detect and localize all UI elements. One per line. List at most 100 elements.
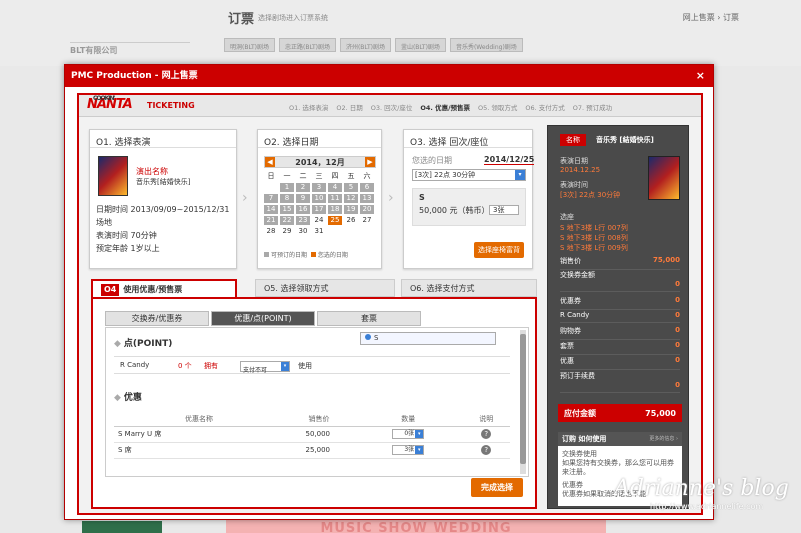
calendar-day[interactable]: 15 <box>280 205 294 214</box>
calendar-legend: 可预订的日期 您选的日期 <box>264 250 348 259</box>
weekday-label: 一 <box>283 172 291 180</box>
calendar-day[interactable]: 5 <box>344 183 358 192</box>
calendar-day[interactable]: 12 <box>344 194 358 203</box>
calendar-grid: 日一二三四五六 1 2 3 4 5 6 7 8 9 10 11 12 13 14 15 16 17 18 19 20 21… <box>264 172 376 236</box>
summary-row: 销售价 75,000 <box>560 256 680 270</box>
show-venue: 场地 <box>96 218 112 227</box>
calendar-day[interactable]: 1 <box>280 183 294 192</box>
prev-month-icon[interactable]: ◀ <box>265 157 275 167</box>
next-month-icon[interactable]: ▶ <box>365 157 375 167</box>
calendar-day[interactable]: 2 <box>296 183 310 192</box>
legend-swatch <box>264 252 269 257</box>
summary-time-label: 表演时间 <box>560 181 588 189</box>
calendar-day[interactable]: 14 <box>264 205 278 214</box>
calendar-day[interactable]: 31 <box>312 227 326 236</box>
theater-tab[interactable]: 音乐秀(Wedding)剧场 <box>449 38 523 52</box>
step-item: O6. 支付方式 <box>525 104 565 112</box>
table-row: S Marry U 席 50,000 0张 ▾ ? <box>114 426 510 443</box>
step-item: O2. 日期 <box>336 104 363 112</box>
calendar-day[interactable]: 4 <box>328 183 342 192</box>
tab-pickup[interactable]: O5. 选择领取方式 <box>255 279 395 297</box>
calendar-day[interactable]: 30 <box>296 227 310 236</box>
summary-row: 套票 0 <box>560 341 680 355</box>
seat-class: S <box>419 193 425 202</box>
calendar-day[interactable]: 11 <box>328 194 342 203</box>
howto-more-link[interactable]: 更多的信息 › <box>649 432 682 446</box>
finish-button[interactable]: 完成选择 <box>471 478 523 497</box>
calendar-day[interactable]: 17 <box>312 205 326 214</box>
select-show-card: O1. 选择表演 演出名称 音乐秀[結婚快乐] 日期时间 2013/09/09~… <box>89 129 237 269</box>
calendar-day[interactable]: 19 <box>344 205 358 214</box>
session-select[interactable]: [3次] 22点 30分钟 ▾ <box>412 169 526 181</box>
breadcrumb: 网上售票 › 订票 <box>682 13 739 22</box>
show-name: 音乐秀[結婚快乐] <box>136 178 191 186</box>
select-session-card: O3. 选择 回次/座位 您选的日期 2014/12/25 [3次] 22点 3… <box>403 129 535 269</box>
card-title: O3. 选择 回次/座位 <box>404 130 532 148</box>
qty-select[interactable]: 3张 ▾ <box>392 445 425 455</box>
step-item: O3. 回次/座位 <box>370 104 413 112</box>
calendar-day[interactable]: 7 <box>264 194 278 203</box>
calendar-header: ◀ 2014，12月 ▶ <box>264 156 376 168</box>
theater-tab[interactable]: 济州(BLT)剧场 <box>339 38 391 52</box>
scrollbar[interactable] <box>520 330 526 474</box>
summary-row: 购物券 0 <box>560 326 680 340</box>
calendar-day[interactable]: 10 <box>312 194 326 203</box>
calendar-day[interactable]: 21 <box>264 216 278 225</box>
calendar-day[interactable]: 24 <box>312 216 326 225</box>
calendar-day[interactable]: 29 <box>280 227 294 236</box>
point-section-title: ◆ 点(POINT) <box>114 339 173 349</box>
calendar-day[interactable]: 22 <box>280 216 294 225</box>
calendar-day[interactable]: 6 <box>360 183 374 192</box>
calendar-day[interactable]: 27 <box>360 216 374 225</box>
close-icon[interactable]: × <box>696 65 705 87</box>
weekday-label: 五 <box>347 172 355 180</box>
calendar-day[interactable]: 26 <box>344 216 358 225</box>
show-label: 演出名称 <box>136 167 168 176</box>
total-label: 应付金额 <box>564 408 596 418</box>
tab-discount[interactable]: O4 使用优惠/预售票 <box>91 279 237 297</box>
theater-tab[interactable]: 釜山(BLT)剧场 <box>394 38 446 52</box>
help-icon[interactable]: ? <box>481 445 492 455</box>
summary-row: 优惠券 0 <box>560 296 680 310</box>
seat-qty-select[interactable]: 3张 <box>489 205 519 215</box>
theater-tab[interactable]: 明洞(BLT)剧场 <box>224 38 275 52</box>
calendar-day[interactable]: 13 <box>360 194 374 203</box>
ticketing-panel: COOKIN' NANTA TICKETING O1. 选择表演 O2. 日期 … <box>77 93 703 515</box>
total-value: 75,000 <box>645 408 676 418</box>
order-summary: 名称 音乐秀 [結婚快乐] 表演日期 2014.12.25 表演时间 [3次] … <box>547 125 689 509</box>
help-icon[interactable]: ? <box>481 429 492 439</box>
calendar-day[interactable]: 28 <box>264 227 278 236</box>
summary-time: [3次] 22点 30分钟 <box>560 191 621 199</box>
calendar-empty <box>264 183 278 192</box>
calendar-day[interactable]: 18 <box>328 205 342 214</box>
calendar-empty <box>360 227 374 236</box>
select-seat-button[interactable]: 选择座椅富背 <box>474 242 524 258</box>
subtab-point[interactable]: 优惠/点(POINT) <box>211 311 315 326</box>
card-title: O2. 选择日期 <box>258 130 381 148</box>
qty-select[interactable]: 0张 ▾ <box>392 429 425 439</box>
table-row: S 席 25,000 3张 ▾ ? <box>114 442 510 459</box>
calendar-day[interactable]: 3 <box>312 183 326 192</box>
point-input[interactable]: S <box>360 332 496 345</box>
subtab-package[interactable]: 套票 <box>317 311 421 326</box>
theater-tabs: 明洞(BLT)剧场 忠正路(BLT)剧场 济州(BLT)剧场 釜山(BLT)剧场… <box>224 38 523 52</box>
discount-scroll-area: ◆ 点(POINT) S R Candy 0 个 拥有 支付不可 ▾ 使用 ◆ 优惠 … <box>105 327 529 477</box>
weekday-label: 日 <box>267 172 275 180</box>
calendar-day[interactable]: 8 <box>280 194 294 203</box>
calendar-empty <box>328 227 342 236</box>
tab-payment[interactable]: O6. 选择支付方式 <box>401 279 537 297</box>
calendar-day-selected[interactable]: 25 <box>328 216 342 225</box>
calendar-day[interactable]: 20 <box>360 205 374 214</box>
theater-tab[interactable]: 忠正路(BLT)剧场 <box>278 38 336 52</box>
logo-small: COOKIN' <box>93 95 115 102</box>
weekday-label: 三 <box>315 172 323 180</box>
subtab-voucher[interactable]: 交换券/优惠券 <box>105 311 209 326</box>
ticketing-label: TICKETING <box>147 101 195 110</box>
calendar-day[interactable]: 16 <box>296 205 310 214</box>
calendar-day[interactable]: 9 <box>296 194 310 203</box>
step-item-current: O4. 优惠/预售票 <box>420 104 471 112</box>
summary-total: 应付金额 75,000 <box>558 404 682 422</box>
calendar-day[interactable]: 23 <box>296 216 310 225</box>
candy-pay-select[interactable]: 支付不可 ▾ <box>240 361 290 374</box>
selected-date-label: 您选的日期 <box>412 156 452 165</box>
